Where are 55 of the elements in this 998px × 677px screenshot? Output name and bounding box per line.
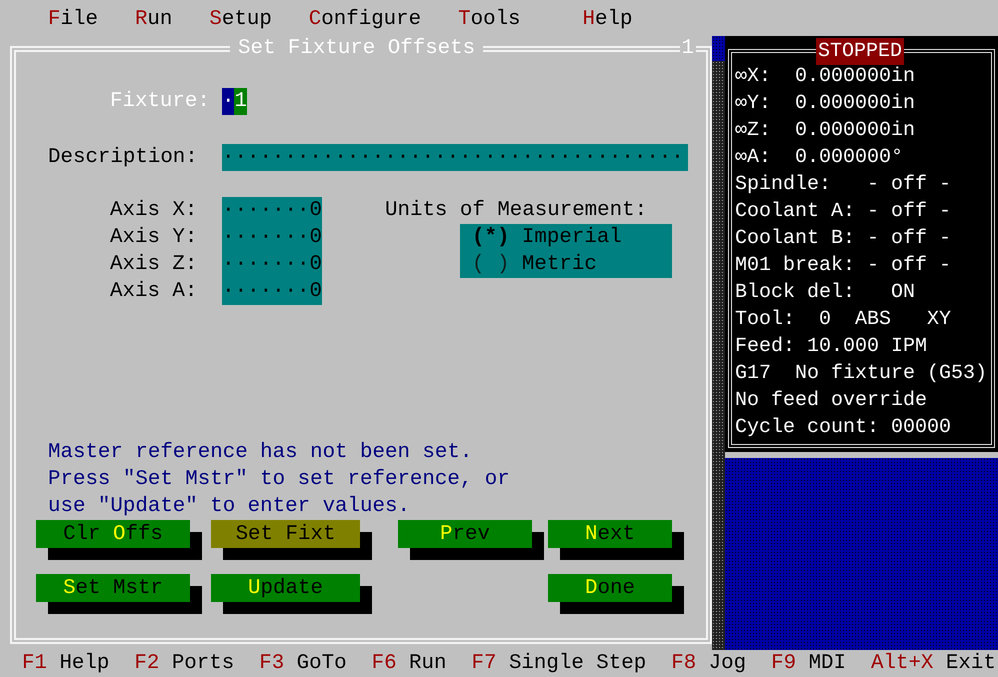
field-label: Axis Z: <box>110 252 198 278</box>
status-line: M01 break: - off - <box>735 253 952 279</box>
status-line: Tool: 0 ABS XY <box>735 307 952 333</box>
status-line: Block del: ON <box>735 280 916 306</box>
status-line: Spindle: - off - <box>735 172 952 198</box>
field-label: Fixture: <box>110 89 211 115</box>
dialog-button[interactable]: Update <box>211 574 360 602</box>
status-line: Coolant B: - off - <box>735 226 952 252</box>
message-text: use "Update" to enter values. <box>48 494 411 520</box>
function-key[interactable]: F8 Jog <box>671 650 746 677</box>
function-key[interactable]: Alt+X Exit <box>871 650 996 677</box>
input-field[interactable]: ·······0 <box>222 197 322 224</box>
radio-option[interactable]: (*) Imperial <box>460 224 672 251</box>
input-field[interactable]: ·······0 <box>222 278 322 305</box>
dialog-button[interactable]: Set Fixt <box>211 520 360 548</box>
status-line: ∞X: 0.000000in <box>735 64 916 90</box>
function-key[interactable]: F3 GoTo <box>259 650 347 677</box>
menu-item[interactable]: Help <box>582 6 632 36</box>
message-text: Master reference has not been set. <box>48 440 474 466</box>
menu-item[interactable]: Run <box>134 6 172 36</box>
message-text: Press "Set Mstr" to set reference, or <box>48 467 511 493</box>
field-label: Description: <box>48 145 199 171</box>
field-label: Axis Y: <box>110 225 198 251</box>
input-field[interactable]: ·······0 <box>222 251 322 278</box>
status-line: Cycle count: 00000 <box>735 415 952 441</box>
menu-item[interactable]: Configure <box>308 6 422 36</box>
status-line: No feed override <box>735 388 928 414</box>
dialog-button[interactable]: Clr Offs <box>36 520 190 548</box>
dialog-button[interactable]: Next <box>548 520 672 548</box>
function-key[interactable]: F1 Help <box>22 650 110 677</box>
function-key[interactable]: F9 MDI <box>771 650 846 677</box>
menu-item[interactable]: File <box>48 6 98 36</box>
status-line: ∞A: 0.000000° <box>735 145 904 171</box>
status-line: Coolant A: - off - <box>735 199 952 225</box>
dialog-button[interactable]: Done <box>548 574 672 602</box>
status-line: G17 No fixture (G53) <box>735 361 988 387</box>
status-line: Feed: 10.000 IPM <box>735 334 928 360</box>
field-label: Axis A: <box>110 279 198 305</box>
radio-mark: ( ) <box>472 253 510 276</box>
menu-item[interactable]: Tools <box>458 6 521 36</box>
status-title: STOPPED <box>816 38 904 65</box>
function-key[interactable]: F7 Single Step <box>472 650 646 677</box>
input-field[interactable]: ····································· <box>222 144 688 171</box>
radio-mark: (*) <box>472 226 510 249</box>
function-key[interactable]: F6 Run <box>372 650 446 677</box>
dialog-button[interactable]: Set Mstr <box>36 574 190 602</box>
radio-option[interactable]: ( ) Metric <box>460 251 672 278</box>
group-label: Units of Measurement: <box>385 198 648 224</box>
function-key[interactable]: F2 Ports <box>134 650 234 677</box>
dialog-button[interactable]: Prev <box>398 520 532 548</box>
status-line: ∞Y: 0.000000in <box>735 91 916 117</box>
input-field[interactable]: ·······0 <box>222 224 322 251</box>
field-label: Axis X: <box>110 198 198 224</box>
menu-item[interactable]: Setup <box>209 6 272 36</box>
status-line: ∞Z: 0.000000in <box>735 118 916 144</box>
